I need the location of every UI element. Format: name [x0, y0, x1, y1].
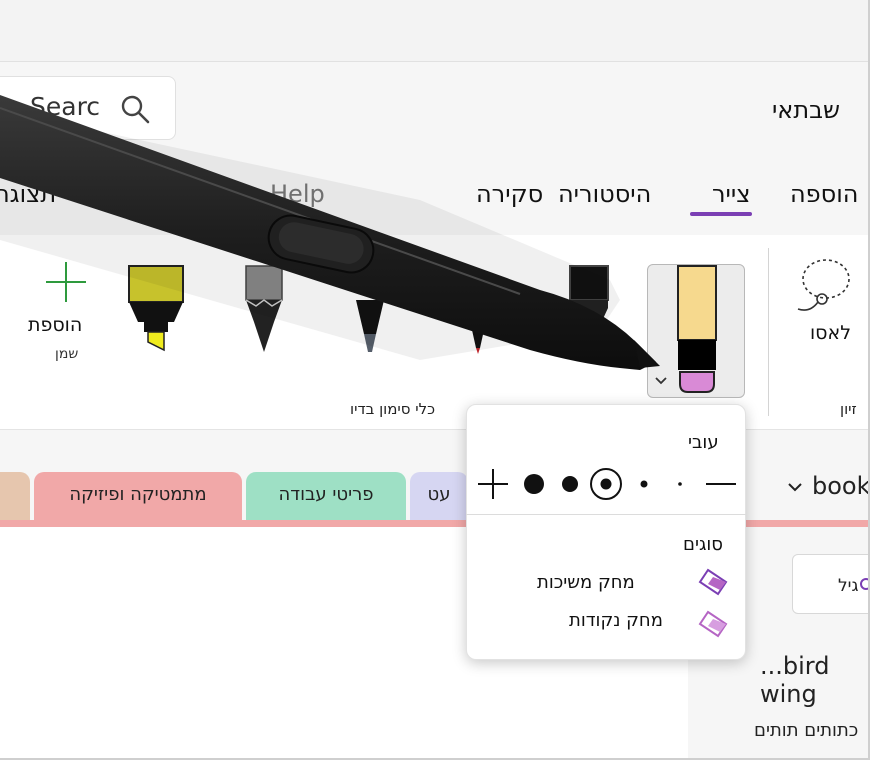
section-tab-work[interactable]: פריטי עבודה	[246, 472, 406, 524]
tab-review[interactable]: סקירה	[476, 180, 543, 208]
thickness-options[interactable]	[474, 464, 740, 504]
eraser-icon	[677, 265, 717, 393]
blue-pen-icon[interactable]	[350, 300, 390, 356]
tab-view[interactable]: תצוגה	[0, 180, 56, 208]
add-pen-icon[interactable]	[44, 260, 88, 304]
pencil-icon[interactable]	[244, 264, 284, 356]
ink-tools-group-label: כלי סימון בדיו	[350, 400, 436, 418]
ribbon-divider	[768, 248, 769, 416]
red-pen-icon[interactable]	[470, 330, 486, 354]
tab-draw[interactable]: צייר	[712, 180, 751, 208]
thickness-xl-icon	[524, 474, 544, 494]
types-heading: סוגים	[683, 534, 723, 555]
notebook-name[interactable]: book	[812, 472, 870, 500]
popup-divider	[466, 514, 746, 515]
black-pen-icon[interactable]	[568, 264, 610, 354]
thickness-l-icon	[562, 476, 578, 492]
search-input[interactable]: Searc	[30, 92, 100, 121]
stroke-eraser-icon	[698, 568, 728, 596]
tag-label: גיל	[838, 576, 859, 596]
section-tab-tan[interactable]	[0, 472, 30, 524]
add-pen-sublabel: שמן	[55, 346, 79, 362]
search-icon[interactable]	[118, 92, 152, 126]
highlighter-icon[interactable]	[126, 264, 186, 356]
page-list-item[interactable]: ...bird wing	[760, 652, 870, 708]
section-tab-math[interactable]: מתמטיקה ופיזיקה	[34, 472, 242, 526]
thickness-heading: עובי	[688, 432, 719, 453]
title-bar	[0, 0, 870, 62]
edit-group-label: זיון	[840, 400, 857, 418]
thickness-cross-icon	[478, 469, 508, 499]
notebook-chevron-icon[interactable]	[786, 478, 804, 496]
thickness-xs-icon	[678, 482, 682, 486]
tab-history[interactable]: היסטוריה	[558, 180, 651, 208]
chevron-down-icon[interactable]	[654, 376, 668, 386]
page-list-item[interactable]: כתותים תותים	[754, 720, 858, 741]
section-tab-pen[interactable]: עט	[410, 472, 468, 524]
account-name[interactable]: שבתאי	[772, 96, 840, 124]
tab-draw-underline	[690, 212, 752, 216]
point-eraser-option[interactable]: מחק נקודות	[569, 610, 663, 631]
section-label: מתמטיקה ופיזיקה	[69, 484, 207, 505]
section-label: פריטי עבודה	[278, 484, 374, 505]
add-pen-label: הוספת	[28, 314, 83, 336]
tab-insert[interactable]: הוספה	[790, 180, 858, 208]
tab-help[interactable]: Help	[270, 180, 325, 208]
lasso-label: לאסו	[810, 322, 852, 344]
section-label: עט	[427, 484, 451, 505]
point-eraser-icon	[698, 610, 728, 638]
lasso-icon[interactable]	[790, 255, 854, 315]
thickness-s-icon	[640, 480, 648, 488]
stroke-eraser-option[interactable]: מחק משיכות	[537, 572, 635, 593]
